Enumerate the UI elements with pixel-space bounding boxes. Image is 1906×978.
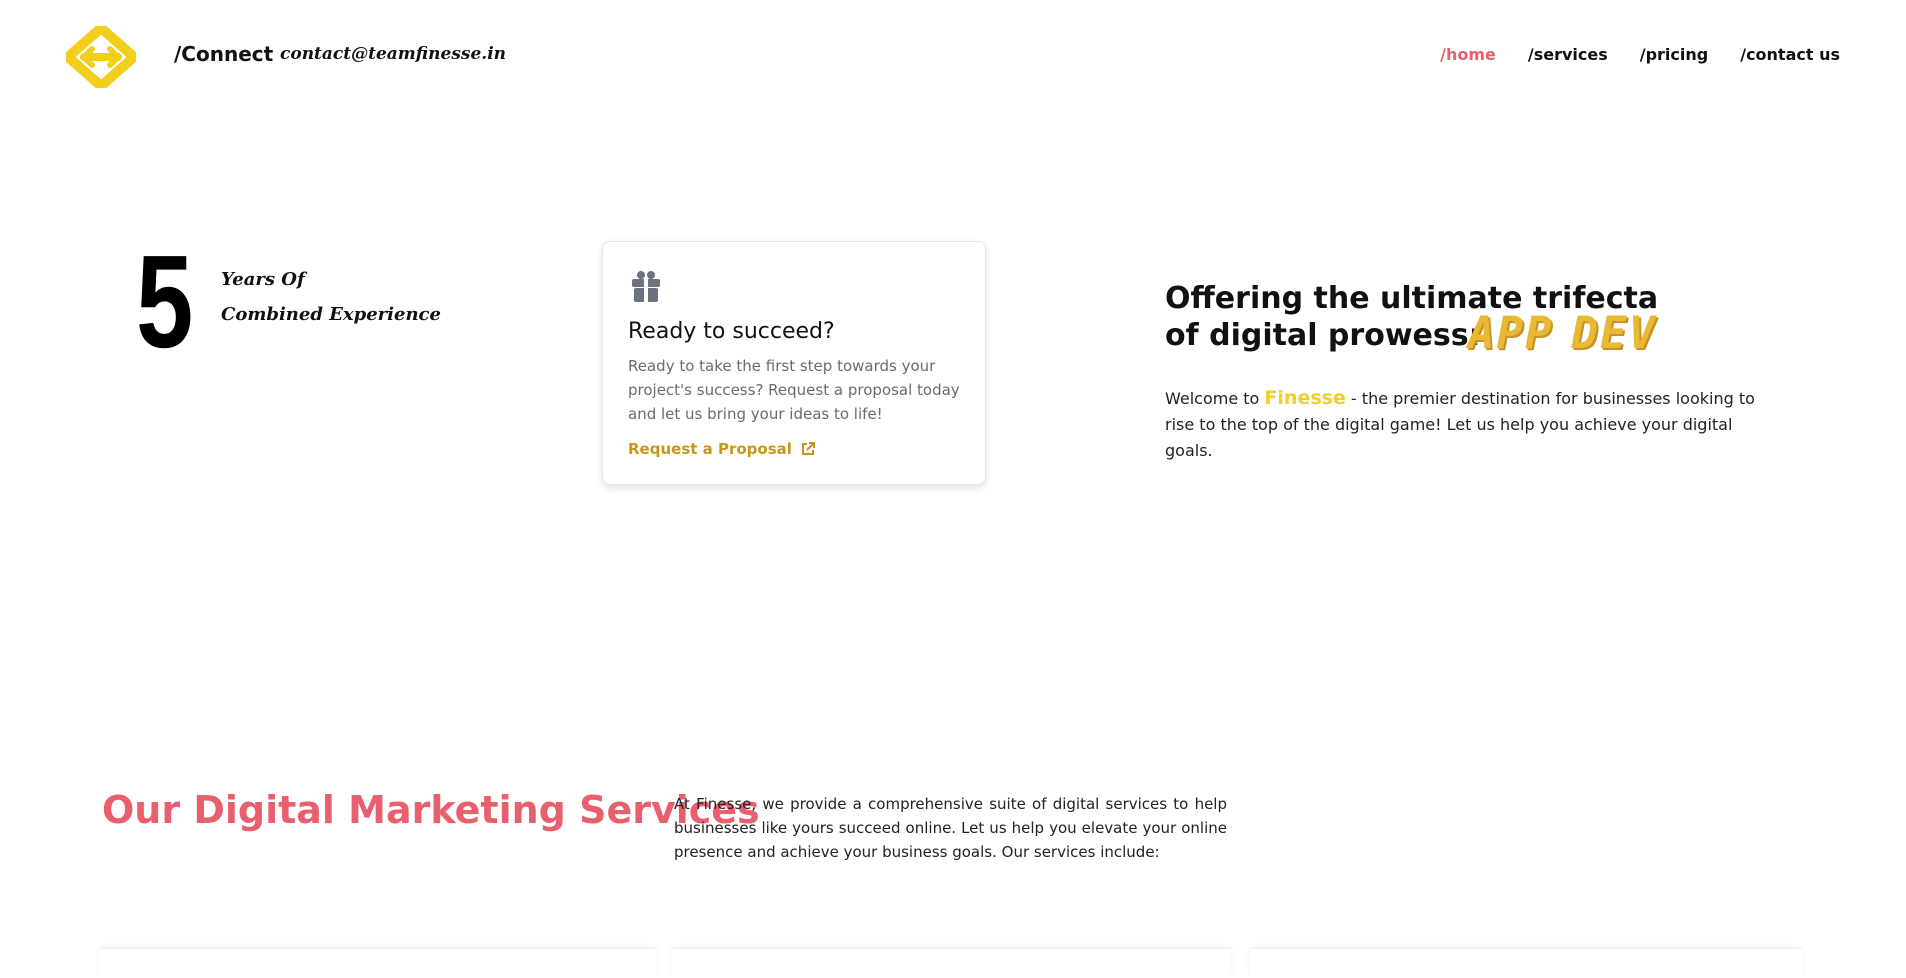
nav-home[interactable]: /home <box>1440 45 1496 64</box>
contact-email[interactable]: contact@teamfinesse.in <box>280 44 506 64</box>
service-card-3[interactable] <box>1250 948 1802 978</box>
site-header: /Connect contact@teamfinesse.in /home /s… <box>0 0 1906 112</box>
service-card-1[interactable] <box>100 948 656 978</box>
offer-desc-prefix: Welcome to <box>1165 389 1265 408</box>
card-description: Ready to take the first step towards you… <box>628 357 960 423</box>
service-badges: APP DEV <box>1468 308 1657 359</box>
nav-pricing[interactable]: /pricing <box>1640 45 1708 64</box>
service-card-2[interactable] <box>671 948 1231 978</box>
experience-line-1: Years Of <box>221 269 305 290</box>
logo-icon[interactable] <box>63 23 139 91</box>
proposal-card: Ready to succeed? Ready to take the firs… <box>602 241 986 485</box>
experience-years-number: 5 <box>136 228 194 375</box>
main-nav: /home /services /pricing /contact us <box>1440 45 1840 64</box>
experience-caption: Years Of Combined Experience <box>221 262 441 332</box>
request-proposal-link[interactable]: Request a Proposal <box>628 440 816 458</box>
request-proposal-label: Request a Proposal <box>628 440 792 458</box>
services-description: At Finesse, we provide a comprehensive s… <box>674 795 1227 861</box>
badge-dev: DEV <box>1571 308 1657 359</box>
nav-services[interactable]: /services <box>1528 45 1608 64</box>
nav-contact-us[interactable]: /contact us <box>1740 45 1840 64</box>
external-link-icon <box>800 441 816 457</box>
badge-app: APP <box>1468 308 1554 359</box>
services-heading: Our Digital Marketing Services <box>102 788 760 832</box>
card-title: Ready to succeed? <box>628 319 835 344</box>
offer-description: Welcome to Finesse - the premier destina… <box>1165 385 1765 464</box>
connect-label: /Connect <box>174 42 274 66</box>
gift-icon <box>630 269 662 303</box>
experience-line-2: Combined Experience <box>221 304 441 325</box>
brand-name: Finesse <box>1264 387 1346 409</box>
